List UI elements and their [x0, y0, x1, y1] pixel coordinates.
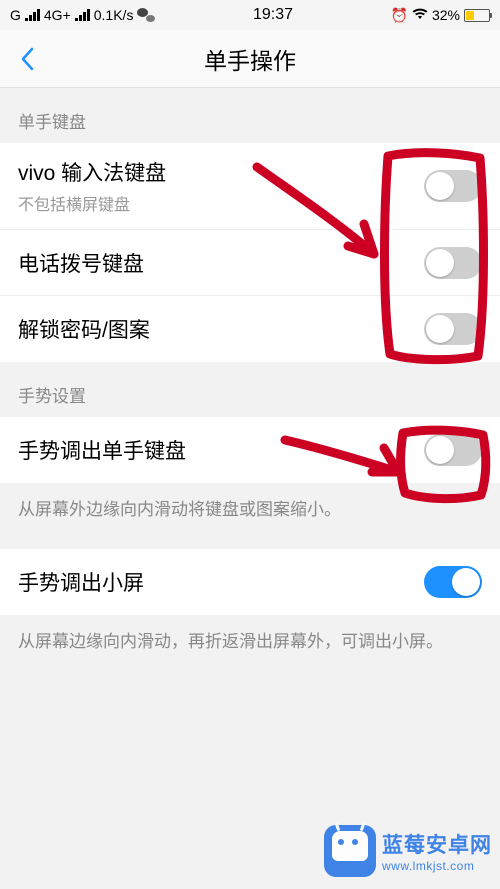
- page-title: 单手操作: [204, 42, 296, 76]
- alarm-icon: ⏰: [391, 7, 408, 24]
- row-dialer-keypad[interactable]: 电话拨号键盘: [0, 230, 500, 296]
- row-title: 手势调出小屏: [18, 567, 144, 597]
- toggle-unlock-pattern[interactable]: [424, 313, 482, 345]
- signal-icon: [25, 9, 40, 21]
- signal-icon-2: [75, 9, 90, 21]
- chevron-left-icon: [20, 47, 34, 71]
- toggle-gesture-small-screen[interactable]: [424, 566, 482, 598]
- wechat-icon: [137, 6, 155, 24]
- row-subtitle: 不包括横屏键盘: [18, 191, 166, 215]
- list-gesture-2: 手势调出小屏: [0, 549, 500, 615]
- back-button[interactable]: [12, 44, 42, 74]
- page-header: 单手操作: [0, 30, 500, 88]
- list-gesture-1: 手势调出单手键盘: [0, 417, 500, 483]
- battery-pct: 32%: [432, 7, 460, 23]
- status-bar: G 4G+ 0.1K/s 19:37 ⏰ 32%: [0, 0, 500, 30]
- section-header-keyboard: 单手键盘: [0, 88, 500, 143]
- row-gesture-small-screen[interactable]: 手势调出小屏: [0, 549, 500, 615]
- hint-gesture-keyboard: 从屏幕外边缘向内滑动将键盘或图案缩小。: [0, 483, 500, 531]
- network-type: 4G+: [44, 7, 71, 23]
- row-title: 解锁密码/图案: [18, 314, 150, 344]
- watermark: 蓝莓安卓网 www.lmkjst.com: [324, 825, 492, 877]
- watermark-text: 蓝莓安卓网: [382, 829, 492, 859]
- status-left: G 4G+ 0.1K/s: [10, 6, 155, 24]
- row-title: 电话拨号键盘: [18, 248, 144, 278]
- list-keyboard: vivo 输入法键盘 不包括横屏键盘 电话拨号键盘 解锁密码/图案: [0, 143, 500, 362]
- toggle-vivo-ime[interactable]: [424, 170, 482, 202]
- status-right: ⏰ 32%: [391, 7, 490, 24]
- row-title: 手势调出单手键盘: [18, 435, 186, 465]
- watermark-logo-icon: [324, 825, 376, 877]
- watermark-url: www.lmkjst.com: [382, 859, 492, 873]
- battery-icon: [464, 9, 490, 22]
- wifi-icon: [412, 7, 428, 23]
- toggle-gesture-keyboard[interactable]: [424, 434, 482, 466]
- data-speed: 0.1K/s: [94, 7, 134, 23]
- row-vivo-ime[interactable]: vivo 输入法键盘 不包括横屏键盘: [0, 143, 500, 230]
- toggle-dialer-keypad[interactable]: [424, 247, 482, 279]
- carrier-prefix: G: [10, 7, 21, 23]
- row-gesture-keyboard[interactable]: 手势调出单手键盘: [0, 417, 500, 483]
- section-header-gesture: 手势设置: [0, 362, 500, 417]
- hint-gesture-small-screen: 从屏幕边缘向内滑动，再折返滑出屏幕外，可调出小屏。: [0, 615, 500, 663]
- row-unlock-pattern[interactable]: 解锁密码/图案: [0, 296, 500, 362]
- status-time: 19:37: [253, 6, 293, 24]
- row-title: vivo 输入法键盘: [18, 157, 166, 187]
